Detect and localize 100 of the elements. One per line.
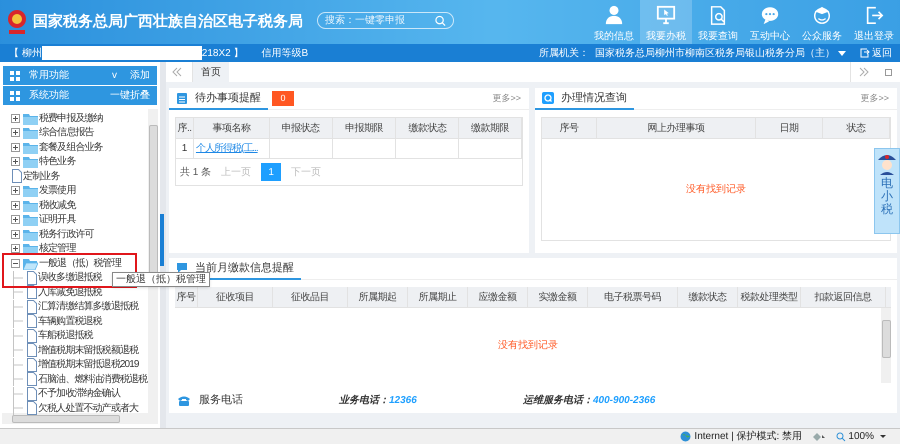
tree-line	[13, 401, 23, 416]
tree-item[interactable]: 误收多缴退抵税	[38, 270, 102, 286]
tree-item[interactable]: 石脑油、燃料油消费税退税	[38, 372, 148, 387]
dropdown-icon[interactable]	[880, 435, 886, 438]
search-field[interactable]: 搜索：一键零申报	[317, 12, 454, 29]
face-icon	[811, 5, 833, 25]
expand-icon[interactable]	[11, 142, 20, 152]
expand-icon[interactable]	[11, 157, 20, 166]
tree-item[interactable]: 定制业务	[23, 168, 60, 184]
tree-item[interactable]: 不予加收滞纳金确认	[38, 386, 120, 402]
tree-line	[13, 300, 23, 314]
expand-icon[interactable]	[11, 244, 20, 254]
notepad-icon	[176, 92, 188, 104]
folder-icon	[23, 228, 38, 241]
panel-title: 办理情况查询	[561, 90, 627, 106]
service-title: 服务电话	[199, 392, 244, 408]
tree-item[interactable]: 证明开具	[39, 212, 76, 228]
tree-item[interactable]: 核定管理	[39, 241, 76, 256]
tree-line	[13, 285, 23, 300]
tree-item[interactable]: 一般退（抵）税管理	[39, 256, 121, 271]
column-header: 序号	[175, 287, 198, 307]
expand-icon[interactable]	[11, 230, 20, 239]
search-icon	[435, 14, 446, 26]
splitter-handle[interactable]	[160, 214, 164, 266]
folder-icon	[23, 112, 38, 125]
tree-line	[13, 270, 23, 285]
tree-item[interactable]: 增值税期末留抵税额退税	[38, 342, 138, 358]
office-name[interactable]: 国家税务总局柳州市柳南区税务局银山税务分局（主）	[595, 46, 835, 60]
zoom-level-icon[interactable]	[812, 431, 826, 442]
collapse-icon[interactable]	[11, 258, 20, 268]
count-badge: 0	[272, 91, 294, 106]
folder-icon	[23, 242, 38, 256]
document-icon	[26, 314, 37, 328]
scrollbar[interactable]	[881, 308, 891, 383]
column-header: 扣款返回信息	[801, 287, 886, 307]
tree-line	[13, 343, 23, 358]
more-link[interactable]: 更多>>	[860, 92, 889, 106]
tree-item[interactable]: 税务行政许可	[39, 226, 94, 242]
tree-item[interactable]: 汇算清缴结算多缴退抵税	[38, 299, 138, 314]
hotline-text: 运维服务电话：400-900-2366	[523, 393, 656, 408]
back-button[interactable]: 返回	[860, 46, 892, 60]
expand-icon[interactable]	[11, 200, 20, 210]
office-label: 所属机关：	[539, 46, 589, 60]
folder-icon	[23, 198, 38, 212]
document-icon	[26, 372, 37, 386]
more-link[interactable]: 更多>>	[492, 92, 521, 106]
document-icon	[26, 270, 37, 285]
tree-item[interactable]: 税费申报及缴纳	[39, 110, 103, 126]
item-link[interactable]: 个人所得税(工...	[196, 142, 258, 156]
site-title: 国家税务总局广西壮族自治区电子税务局	[33, 12, 303, 32]
hotline-text: 业务电话：12366	[339, 394, 418, 408]
maximize-icon[interactable]	[885, 68, 892, 76]
expand-icon[interactable]	[11, 215, 20, 224]
tree-line	[13, 386, 23, 401]
tree-item[interactable]: 车辆购置税退税	[38, 314, 102, 329]
chat-icon	[176, 262, 188, 274]
tree-line	[13, 372, 23, 386]
column-header: 缴款状态	[396, 118, 460, 138]
scrollbar[interactable]	[148, 109, 158, 413]
column-header: 所属期止	[408, 287, 468, 307]
emblem-icon	[6, 8, 28, 36]
scrollbar[interactable]	[2, 413, 158, 424]
telephone-icon	[177, 394, 191, 406]
folder-icon	[23, 155, 38, 168]
expand-icon[interactable]	[11, 186, 20, 196]
expand-icon[interactable]	[11, 114, 20, 123]
zoom-level[interactable]: 100%	[848, 429, 874, 444]
panel-title: 待办事项提醒	[195, 90, 261, 106]
tab[interactable]: 首页	[193, 62, 229, 82]
document-icon	[26, 300, 37, 314]
tree-item[interactable]: 特色业务	[39, 154, 76, 170]
column-header: 申报状态	[270, 118, 333, 138]
column-header: 电子税票号码	[588, 287, 678, 307]
tree-item[interactable]: 增值税期末留抵退税2019	[38, 357, 139, 372]
tree-item[interactable]: 车船税退抵税	[38, 328, 93, 344]
exit-icon	[860, 48, 870, 58]
column-header: 序..	[176, 118, 194, 138]
column-header: 所属期起	[348, 287, 408, 307]
column-header: 征收项目	[198, 287, 273, 307]
search-icon	[542, 92, 554, 104]
monitor-icon	[655, 5, 677, 25]
document-icon	[26, 401, 37, 416]
grid-icon	[10, 70, 20, 80]
grid-icon	[10, 90, 20, 100]
tree-item[interactable]: 套餐及组合业务	[39, 140, 103, 155]
tree-item[interactable]: 欠税人处置不动产或者大	[38, 400, 138, 416]
taxpayer-text: 218X2 】	[202, 46, 244, 60]
column-header: 事项名称	[194, 118, 270, 138]
column-header: 日期	[756, 118, 823, 138]
column-header: 状态	[823, 118, 890, 138]
tree-item[interactable]: 综合信息报告	[39, 125, 94, 140]
folder-icon	[23, 184, 38, 198]
empty-message: 没有找到记录	[498, 338, 558, 353]
tree-item[interactable]: 发票使用	[39, 183, 76, 198]
column-header: 实缴金额	[528, 287, 588, 307]
globe-icon	[680, 431, 692, 442]
tree-item[interactable]: 税收减免	[39, 198, 76, 213]
folder-icon	[23, 126, 38, 140]
assistant-widget[interactable]: 电小税	[874, 148, 900, 234]
expand-icon[interactable]	[11, 128, 20, 138]
